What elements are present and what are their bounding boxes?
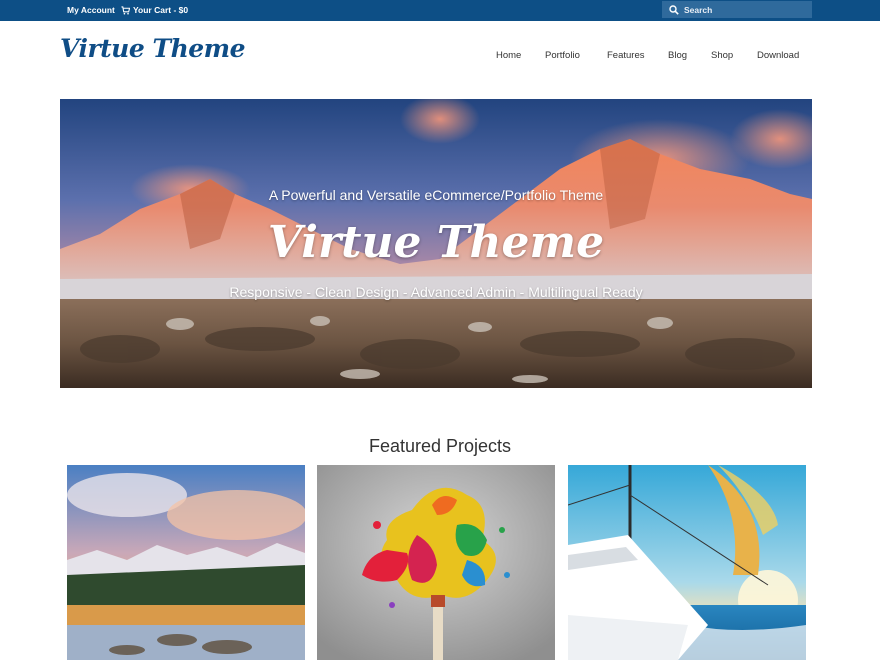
nav-blog[interactable]: Blog	[668, 49, 687, 63]
mountain-lake-photo	[67, 465, 305, 660]
search-box	[662, 1, 812, 18]
paint-splash-photo	[317, 465, 555, 660]
cart-label: Your Cart - $0	[133, 5, 189, 15]
nav-home[interactable]: Home	[496, 49, 521, 63]
hero-tagline: A Powerful and Versatile eCommerce/Portf…	[268, 187, 604, 203]
hero-features-line: Responsive - Clean Design - Advanced Adm…	[229, 284, 643, 300]
cart-icon	[121, 5, 130, 15]
project-card-sailboat[interactable]	[568, 465, 806, 660]
hero-title: Virtue Theme	[267, 217, 605, 268]
cart-link[interactable]: Your Cart - $0	[121, 4, 188, 16]
my-account-link[interactable]: My Account	[67, 4, 115, 16]
search-icon[interactable]	[669, 4, 679, 15]
top-bar: My Account Your Cart - $0	[0, 0, 880, 21]
main-nav: Home Portfolio Features Blog Shop Downlo…	[0, 49, 880, 63]
nav-portfolio[interactable]: Portfolio	[545, 49, 580, 63]
featured-projects-heading: Featured Projects	[368, 436, 512, 456]
nav-download[interactable]: Download	[757, 49, 799, 63]
hero-slider[interactable]: A Powerful and Versatile eCommerce/Portf…	[60, 99, 812, 388]
project-card-paint-splash[interactable]	[317, 465, 555, 660]
nav-features[interactable]: Features	[607, 49, 645, 63]
sailboat-photo	[568, 465, 806, 660]
project-card-mountain-lake[interactable]	[67, 465, 305, 660]
nav-shop[interactable]: Shop	[711, 49, 733, 63]
search-input[interactable]	[684, 4, 804, 15]
